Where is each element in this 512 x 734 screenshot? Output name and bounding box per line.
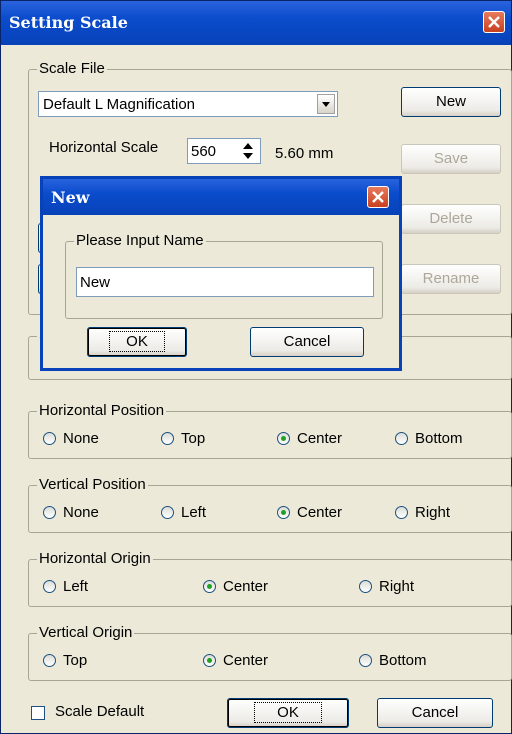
close-button[interactable] [483,11,505,33]
horizontal-position-label: Horizontal Position [37,402,167,419]
vertical-position-label: Vertical Position [37,476,148,493]
spinner-icon[interactable] [238,140,258,162]
horizontal-origin-group: Horizontal Origin [28,550,512,607]
vertical-origin-group: Vertical Origin [28,624,512,681]
scale-default-checkbox[interactable] [31,706,45,720]
new-button[interactable]: New [401,87,501,117]
dialog-title: New [51,188,90,207]
window-title: Setting Scale [9,13,128,32]
save-button[interactable]: Save [401,144,501,174]
cancel-button[interactable]: Cancel [377,698,493,728]
horizontal-scale-input[interactable]: 560 [187,138,261,164]
input-name-label: Please Input Name [74,232,206,249]
dialog-ok-button[interactable]: OK [87,327,187,357]
chevron-down-icon[interactable] [317,94,335,114]
scale-file-combo[interactable]: Default L Magnification [38,91,338,117]
horizontal-origin-label: Horizontal Origin [37,550,153,567]
horizontal-scale-label: Horizontal Scale [49,139,159,156]
scale-file-selected: Default L Magnification [43,96,196,113]
horizontal-scale-value: 560 [191,143,217,160]
dialog-close-button[interactable] [367,186,389,208]
title-bar[interactable]: Setting Scale [1,1,511,45]
vertical-origin-label: Vertical Origin [37,624,135,641]
horizontal-scale-mm: 5.60 mm [275,145,334,162]
scale-file-label: Scale File [37,60,107,77]
close-icon [372,191,384,203]
dialog-title-bar[interactable]: New [43,179,399,215]
ok-button[interactable]: OK [227,698,349,728]
new-name-dialog: New Please Input Name New OK Cancel [40,176,402,371]
dialog-cancel-button[interactable]: Cancel [250,327,364,357]
rename-button[interactable]: Rename [401,264,501,294]
name-input-value: New [80,274,111,291]
name-input[interactable]: New [76,267,374,297]
scale-default-label: Scale Default [55,703,145,720]
delete-button[interactable]: Delete [401,204,501,234]
close-icon [488,16,500,28]
